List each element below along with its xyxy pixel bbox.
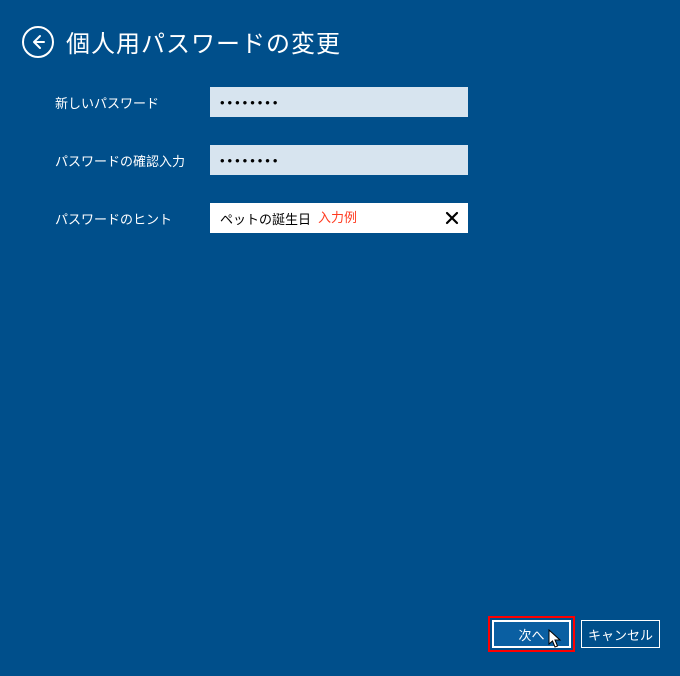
close-icon xyxy=(445,211,459,225)
arrow-left-icon xyxy=(30,34,46,50)
password-form: 新しいパスワード パスワードの確認入力 パスワードのヒント 入力例 xyxy=(0,59,680,233)
page-title: 個人用パスワードの変更 xyxy=(66,24,341,59)
hint-input[interactable] xyxy=(210,203,468,233)
back-button[interactable] xyxy=(22,26,54,58)
confirm-password-input[interactable] xyxy=(210,145,468,175)
next-button[interactable]: 次へ xyxy=(492,620,571,648)
hint-label: パスワードのヒント xyxy=(55,209,210,228)
new-password-label: 新しいパスワード xyxy=(55,93,210,112)
clear-hint-button[interactable] xyxy=(436,203,468,233)
confirm-password-label: パスワードの確認入力 xyxy=(55,151,210,170)
cancel-button[interactable]: キャンセル xyxy=(581,620,660,648)
new-password-input[interactable] xyxy=(210,87,468,117)
